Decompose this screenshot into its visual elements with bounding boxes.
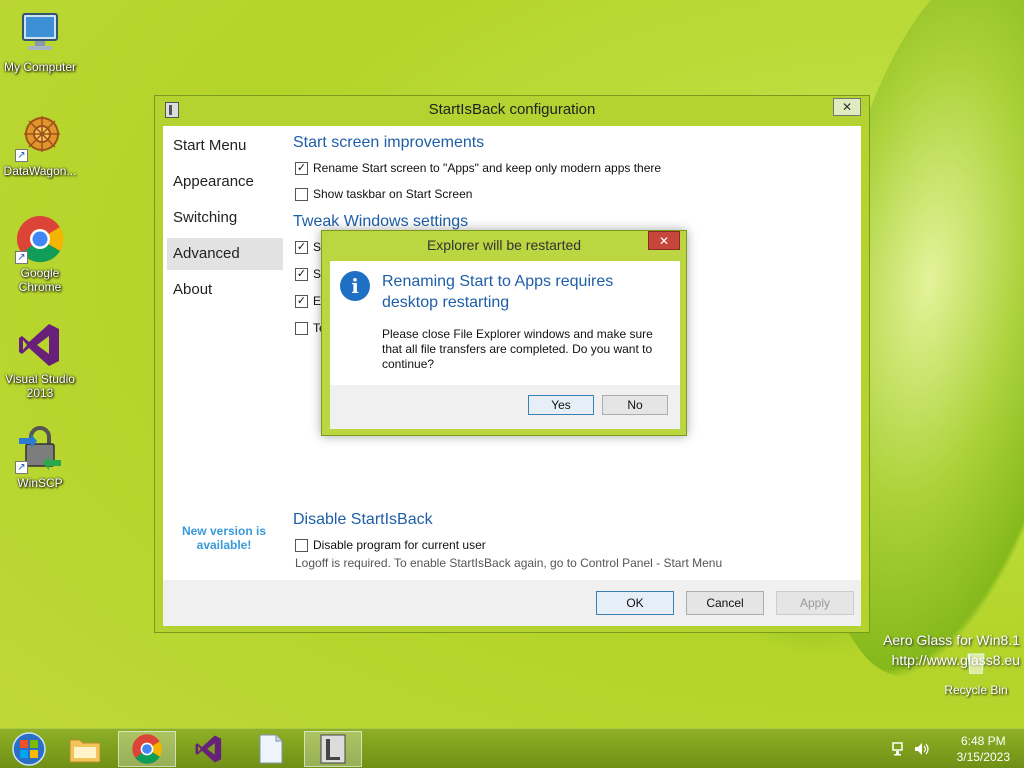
desktop-icon-label: Recycle Bin [944, 683, 1008, 697]
desktop-icon-datawagon[interactable]: ↗ DataWagon... [0, 112, 80, 178]
new-version-link[interactable]: New version is available! [177, 524, 271, 552]
taskbar: 6:48 PM 3/15/2023 [0, 728, 1024, 768]
option-tweak-2[interactable]: ✓ St [295, 267, 324, 281]
window-titlebar[interactable]: StartIsBack configuration ✕ [155, 96, 869, 124]
taskbar-visual-studio[interactable] [180, 731, 238, 767]
yes-button[interactable]: Yes [528, 395, 594, 415]
clock-date: 3/15/2023 [956, 750, 1010, 764]
chrome-icon [132, 734, 162, 764]
option-show-taskbar[interactable]: Show taskbar on Start Screen [295, 187, 472, 201]
taskbar-startisback-config[interactable] [304, 731, 362, 767]
dialog-body: i Renaming Start to Apps requires deskto… [330, 261, 680, 429]
nav-item-about[interactable]: About [167, 274, 283, 306]
taskbar-chrome[interactable] [118, 731, 176, 767]
watermark-line: Aero Glass for Win8.1 [883, 632, 1020, 648]
winscp-icon: ↗ [15, 424, 65, 474]
window-footer: OK Cancel Apply [163, 580, 861, 626]
checkbox[interactable]: ✓ [295, 267, 308, 281]
close-button[interactable]: ✕ [833, 98, 861, 116]
checkbox[interactable]: ✓ [295, 161, 308, 175]
nav-item-switching[interactable]: Switching [167, 202, 283, 234]
ok-button[interactable]: OK [596, 591, 674, 615]
window-title: StartIsBack configuration [428, 101, 596, 118]
start-orb-icon [12, 732, 46, 766]
shortcut-arrow-icon: ↗ [15, 149, 28, 162]
dialog-footer: Yes No [330, 385, 680, 429]
checkbox[interactable]: ✓ [295, 294, 308, 308]
option-rename-start-screen[interactable]: ✓ Rename Start screen to "Apps" and keep… [295, 161, 661, 175]
file-explorer-icon [69, 739, 101, 763]
desktop-icon-visual-studio[interactable]: Visual Studio 2013 [0, 320, 80, 400]
dialog-close-button[interactable]: ✕ [648, 231, 680, 250]
option-disable-program[interactable]: Disable program for current user [295, 538, 486, 552]
dialog-heading: Renaming Start to Apps requires desktop … [382, 273, 614, 311]
desktop-icon-label: Visual Studio 2013 [5, 372, 75, 400]
taskbar-clock[interactable]: 6:48 PM 3/15/2023 [957, 733, 1010, 765]
taskbar-notepad[interactable] [242, 731, 300, 767]
checkbox[interactable] [295, 187, 308, 201]
nav-item-appearance[interactable]: Appearance [167, 166, 283, 198]
no-button[interactable]: No [602, 395, 668, 415]
network-icon[interactable] [892, 742, 906, 756]
section-title-start-screen: Start screen improvements [293, 134, 485, 151]
disable-note: Logoff is required. To enable StartIsBac… [295, 556, 723, 570]
info-icon: i [340, 271, 370, 301]
apply-button[interactable]: Apply [776, 591, 854, 615]
desktop-icon-label: WinSCP [17, 476, 63, 490]
option-label: Show taskbar on Start Screen [313, 187, 473, 201]
option-label: Rename Start screen to "Apps" and keep o… [313, 161, 662, 175]
clock-time: 6:48 PM [960, 734, 1006, 748]
checkbox[interactable]: ✓ [295, 240, 308, 254]
checkbox[interactable] [295, 321, 308, 335]
dialog-titlebar[interactable]: Explorer will be restarted ✕ [322, 231, 686, 259]
start-button[interactable] [0, 731, 58, 767]
desktop-icon-label: DataWagon... [3, 164, 77, 178]
section-title-tweak: Tweak Windows settings [293, 213, 469, 230]
option-tweak-1[interactable]: ✓ St [295, 240, 324, 254]
visual-studio-icon [15, 320, 65, 370]
checkbox[interactable] [295, 538, 308, 552]
desktop-icon-chrome[interactable]: ↗ Google Chrome [0, 214, 80, 294]
sidebar-nav: Start Menu Appearance Switching Advanced… [167, 130, 283, 310]
startisback-app-icon [165, 102, 179, 118]
notepad-icon [259, 734, 283, 764]
nav-item-advanced[interactable]: Advanced [167, 238, 283, 270]
shortcut-arrow-icon: ↗ [15, 461, 28, 474]
computer-icon [15, 8, 65, 58]
taskbar-file-explorer[interactable] [56, 731, 114, 767]
shortcut-arrow-icon: ↗ [15, 251, 28, 264]
visual-studio-icon [195, 735, 222, 763]
desktop-icon-label: Google Chrome [18, 266, 62, 294]
chrome-icon: ↗ [15, 214, 65, 264]
dialog-message: Please close File Explorer windows and m… [382, 327, 653, 371]
restart-dialog: Explorer will be restarted ✕ i Renaming … [321, 230, 687, 436]
cancel-button[interactable]: Cancel [686, 591, 764, 615]
desktop-icon-recycle-bin[interactable]: Recycle Bin [944, 652, 1008, 697]
desktop-icon-label: My Computer [3, 60, 77, 74]
volume-icon[interactable] [914, 742, 930, 756]
desktop-icon-winscp[interactable]: ↗ WinSCP [0, 424, 80, 490]
section-title-disable: Disable StartIsBack [293, 511, 433, 528]
dialog-title: Explorer will be restarted [426, 237, 582, 253]
desktop-icon-my-computer[interactable]: My Computer [0, 8, 80, 74]
option-label: Disable program for current user [313, 538, 486, 552]
system-tray: 6:48 PM 3/15/2023 [884, 729, 1024, 768]
nav-item-start-menu[interactable]: Start Menu [167, 130, 283, 162]
startisback-config-icon [320, 734, 346, 764]
recycle-bin-icon [944, 652, 1008, 675]
datawagon-icon: ↗ [15, 112, 65, 162]
